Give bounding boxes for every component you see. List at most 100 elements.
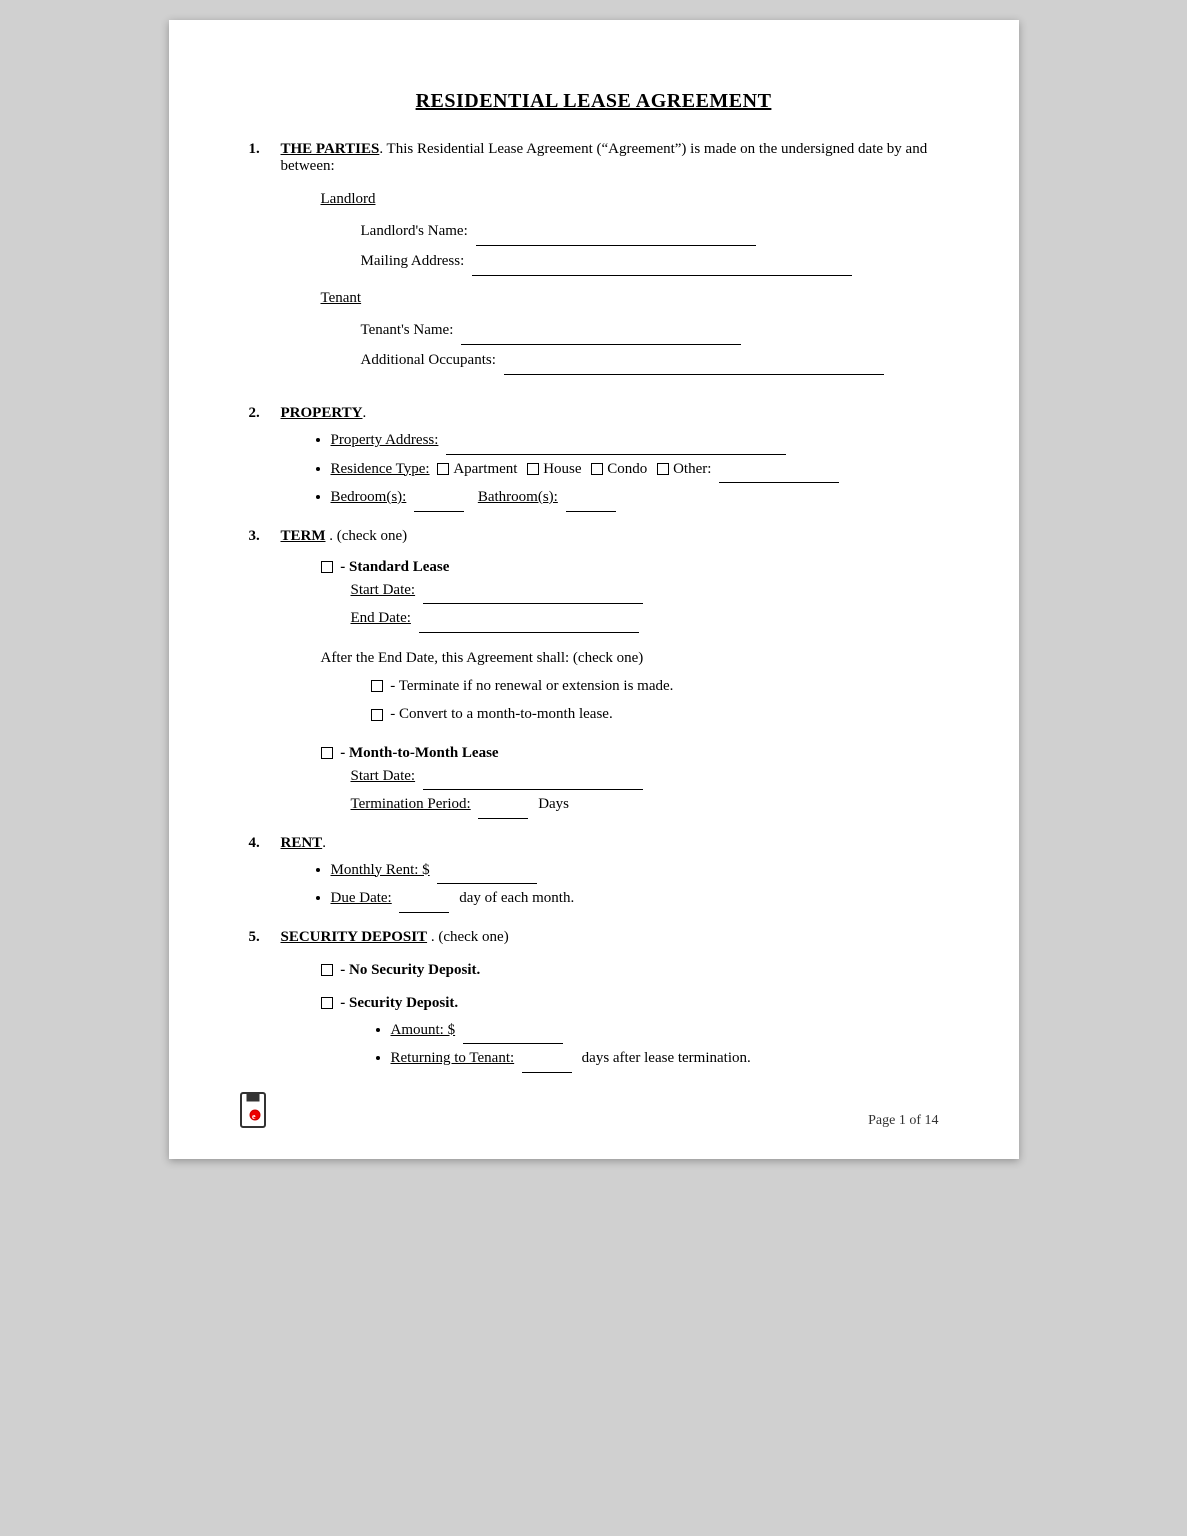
terminate-checkbox[interactable] [371,680,383,692]
other-checkbox[interactable] [657,463,669,475]
returning-suffix: days after lease termination. [582,1050,751,1066]
due-date-field[interactable] [399,912,449,913]
tenant-name-row: Tenant's Name: [361,315,939,345]
no-deposit-checkbox[interactable] [321,964,333,976]
deposit-checkbox[interactable] [321,997,333,1009]
standard-end-date-row: End Date: [351,604,939,633]
tenant-label: Tenant [321,290,939,307]
deposit-amount-item: Amount: $ [391,1016,939,1045]
month-to-month-block: - Month-to-Month Lease Start Date: Termi… [321,745,939,819]
deposit-amount-label: Amount: $ [391,1022,456,1038]
section-2-content: PROPERTY. Property Address: Residence Ty… [281,405,939,512]
section-1: 1. THE PARTIES. This Residential Lease A… [249,141,939,389]
due-date-suffix: day of each month. [459,890,574,906]
apartment-label: Apartment [453,461,517,477]
section-2-number: 2. [249,405,281,512]
returning-to-tenant-item: Returning to Tenant: days after lease te… [391,1044,939,1073]
additional-occupants-row: Additional Occupants: [361,345,939,375]
rent-list: Monthly Rent: $ Due Date: day of each mo… [321,856,939,913]
tenant-block: Tenant's Name: Additional Occupants: [361,315,939,375]
property-list: Property Address: Residence Type: Apartm… [321,426,939,512]
section-5: 5. SECURITY DEPOSIT . (check one) - No S… [249,929,939,1073]
standard-start-date-row: Start Date: [351,576,939,605]
bedrooms-label: Bedroom(s): [331,489,407,505]
apartment-checkbox[interactable] [437,463,449,475]
returning-days-field[interactable] [522,1072,572,1073]
footer-icon: e [239,1091,271,1137]
deposit-list: Amount: $ Returning to Tenant: days afte… [381,1016,939,1073]
landlord-label: Landlord [321,191,939,208]
property-address-label: Property Address: [331,432,439,448]
residence-type-item: Residence Type: Apartment House Condo Ot… [331,455,939,484]
mailing-address-label: Mailing Address: [361,253,465,269]
section-3-label: TERM [281,528,326,544]
other-field[interactable] [719,482,839,483]
section-4-content: RENT. Monthly Rent: $ Due Date: day of e… [281,835,939,913]
days-label: Days [538,796,569,812]
additional-occupants-field[interactable] [504,374,884,375]
section-4-number: 4. [249,835,281,913]
residence-type-options: Apartment House Condo Other: [437,461,839,477]
section-3-number: 3. [249,528,281,819]
convert-option-row: - Convert to a month-to-month lease. [371,700,939,729]
section-1-number: 1. [249,141,281,389]
standard-lease-checkbox[interactable] [321,561,333,573]
additional-occupants-label: Additional Occupants: [361,352,496,368]
month-to-month-label: - Month-to-Month Lease [340,745,498,761]
bedrooms-field[interactable] [414,511,464,512]
section-5-label: SECURITY DEPOSIT [281,929,428,945]
standard-lease-label: - Standard Lease [340,559,449,575]
section-3: 3. TERM . (check one) - Standard Lease S… [249,528,939,819]
month-to-month-header: - Month-to-Month Lease [321,745,939,762]
convert-checkbox[interactable] [371,709,383,721]
deposit-header-row: - Security Deposit. [321,995,939,1012]
section-5-number: 5. [249,929,281,1073]
section-4-label: RENT [281,835,323,851]
monthly-rent-item: Monthly Rent: $ [331,856,939,885]
document-title: RESIDENTIAL LEASE AGREEMENT [249,90,939,113]
convert-label: - Convert to a month-to-month lease. [390,706,612,722]
bathrooms-field[interactable] [566,511,616,512]
landlord-name-row: Landlord's Name: [361,216,939,246]
month-to-month-fields: Start Date: Termination Period: Days [351,762,939,819]
section-5-suffix: . (check one) [431,929,509,945]
due-date-item: Due Date: day of each month. [331,884,939,913]
terminate-option-row: - Terminate if no renewal or extension i… [371,672,939,701]
standard-end-field[interactable] [419,632,639,633]
month-to-month-checkbox[interactable] [321,747,333,759]
no-deposit-label: - No Security Deposit. [340,962,480,978]
section-4-dot: . [322,835,326,851]
standard-lease-fields: Start Date: End Date: [351,576,939,633]
standard-end-label: End Date: [351,610,411,626]
property-address-item: Property Address: [331,426,939,455]
section-2-dot: . [362,405,366,421]
residence-type-label: Residence Type: [331,461,430,477]
document-page: RESIDENTIAL LEASE AGREEMENT 1. THE PARTI… [169,20,1019,1159]
other-label: Other: [673,461,711,477]
page-footer: Page 1 of 14 [868,1113,938,1129]
termination-period-field[interactable] [478,818,528,819]
month-start-label: Start Date: [351,768,416,784]
standard-lease-header: - Standard Lease [321,559,939,576]
section-5-content: SECURITY DEPOSIT . (check one) - No Secu… [281,929,939,1073]
house-label: House [543,461,581,477]
tenant-name-label: Tenant's Name: [361,322,454,338]
mailing-address-row: Mailing Address: [361,246,939,276]
monthly-rent-label: Monthly Rent: $ [331,862,430,878]
returning-label: Returning to Tenant: [391,1050,515,1066]
deposit-label: - Security Deposit. [340,995,458,1011]
section-3-suffix: . (check one) [329,528,407,544]
section-1-label: THE PARTIES [281,141,380,157]
no-deposit-row: - No Security Deposit. [321,962,939,979]
month-start-date-row: Start Date: [351,762,939,791]
termination-period-label: Termination Period: [351,796,471,812]
termination-period-row: Termination Period: Days [351,790,939,819]
condo-checkbox[interactable] [591,463,603,475]
no-deposit-block: - No Security Deposit. [321,962,939,979]
mailing-address-field[interactable] [472,275,852,276]
svg-text:e: e [252,1112,256,1121]
section-1-content: THE PARTIES. This Residential Lease Agre… [281,141,939,389]
section-2: 2. PROPERTY. Property Address: Residence… [249,405,939,512]
house-checkbox[interactable] [527,463,539,475]
standard-lease-block: - Standard Lease Start Date: End Date: A… [321,559,939,729]
